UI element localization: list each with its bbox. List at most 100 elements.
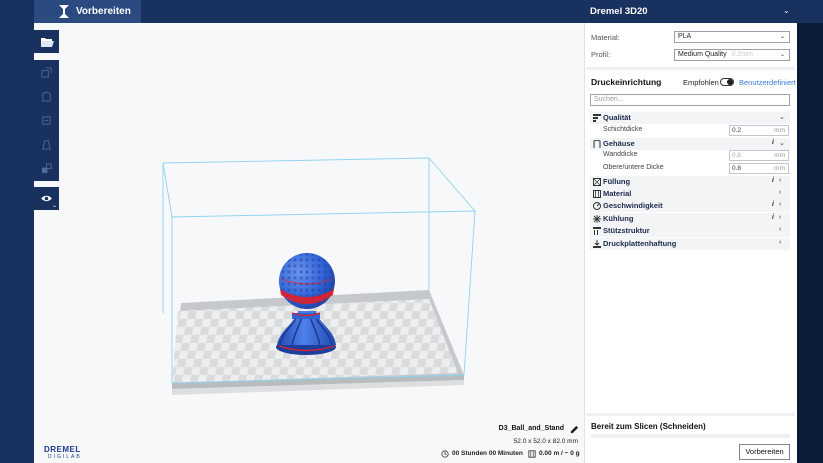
support-icon: [593, 227, 601, 235]
category-shell[interactable]: Gehäuse i ⌄: [590, 138, 790, 150]
quality-icon: [593, 114, 601, 122]
category-infill-label: Füllung: [603, 177, 631, 186]
move-icon: [42, 90, 51, 102]
chevron-left-icon[interactable]: ‹: [779, 189, 781, 196]
divider: [586, 413, 795, 416]
category-adhesion-label: Druckplattenhaftung: [603, 239, 677, 248]
setting-layer-height: Schichtdicke 0.2 mm: [590, 125, 790, 137]
info-icon[interactable]: i: [772, 139, 774, 146]
folder-open-icon: [40, 37, 54, 47]
info-icon[interactable]: i: [772, 177, 774, 184]
viewport-3d[interactable]: DREMEL DIGILAB D3_Ball_and_Stand 52.0 x …: [34, 23, 584, 463]
setting-wall-thickness-label: Wanddicke: [603, 151, 638, 158]
pencil-icon[interactable]: [570, 425, 579, 434]
category-adhesion[interactable]: Druckplattenhaftung ‹: [590, 238, 790, 250]
clock-icon: [441, 450, 449, 458]
cooling-icon: [593, 215, 601, 223]
slice-status: Bereit zum Slicen (Schneiden): [591, 422, 706, 431]
object-name: D3_Ball_and_Stand: [498, 425, 564, 432]
search-input[interactable]: Suchen...: [590, 94, 790, 106]
category-material-label: Material: [603, 189, 632, 198]
mode-toggle[interactable]: [720, 78, 734, 86]
material-usage: 0.00 m / ~ 0 g: [539, 450, 580, 457]
dremel-digilab-logo: DREMEL DIGILAB: [44, 445, 94, 461]
category-quality[interactable]: Qualität ⌄: [590, 112, 790, 124]
spool-icon: [528, 450, 536, 458]
left-strip: [0, 23, 34, 463]
chevron-left-icon[interactable]: ‹: [779, 201, 781, 208]
info-icon[interactable]: i: [772, 201, 774, 208]
infill-icon: [593, 178, 601, 186]
category-speed-label: Geschwindigkeit: [603, 201, 663, 210]
top-bottom-input[interactable]: 0.8 mm: [729, 163, 789, 174]
wall-thickness-input[interactable]: 0.8 mm: [729, 150, 789, 161]
chevron-left-icon[interactable]: ‹: [779, 226, 781, 233]
category-quality-label: Qualität: [603, 113, 631, 122]
unit-label: mm: [774, 127, 785, 134]
category-support-label: Stützstruktur: [603, 226, 650, 235]
right-strip: [797, 23, 823, 463]
material-value: PLA: [678, 33, 692, 40]
tool-move[interactable]: [34, 86, 59, 106]
tab-prepare-label: Vorbereiten: [76, 6, 131, 17]
chevron-down-icon[interactable]: ⌄: [779, 139, 785, 147]
tool-open[interactable]: [34, 30, 59, 53]
top-bottom-value: 0.8: [732, 165, 742, 172]
profile-label: Profil:: [591, 50, 611, 59]
custom-label[interactable]: Benutzerdefiniert: [739, 78, 796, 87]
layer-height-input[interactable]: 0.2 mm: [729, 125, 789, 136]
tool-per-model-settings[interactable]: [34, 158, 59, 178]
speed-icon: [593, 202, 601, 210]
info-icon[interactable]: i: [772, 214, 774, 221]
printer-selector[interactable]: Dremel 3D20: [590, 0, 648, 23]
tool-rotate[interactable]: [34, 110, 59, 130]
dremel-logo-icon: [59, 5, 69, 18]
toggle-knob: [727, 79, 733, 85]
layer-height-value: 0.2: [732, 127, 742, 134]
tool-view[interactable]: ⌄: [34, 187, 59, 210]
profile-hint: 0.2mm: [731, 51, 753, 58]
prepare-button[interactable]: Vorbereiten: [739, 444, 790, 460]
recommended-label[interactable]: Empfohlen: [683, 78, 719, 87]
material-label: Material:: [591, 33, 620, 42]
material-icon: [593, 190, 601, 198]
material-select[interactable]: PLA ⌄: [674, 31, 790, 43]
print-time: 00 Stunden 00 Minuten: [452, 450, 523, 457]
chevron-left-icon[interactable]: ‹: [779, 214, 781, 221]
rotate-icon: [42, 115, 51, 125]
per-model-settings-icon: [41, 162, 52, 173]
tool-mirror[interactable]: [34, 134, 59, 154]
scale-icon: [41, 66, 52, 78]
scene: [162, 157, 476, 395]
divider: [586, 67, 795, 70]
category-infill[interactable]: Füllung i ‹: [590, 176, 790, 188]
tool-scale[interactable]: [34, 62, 59, 82]
profile-select[interactable]: Medium Quality 0.2mm ⌄: [674, 49, 790, 61]
category-cooling-label: Kühlung: [603, 214, 634, 223]
setting-layer-height-label: Schichtdicke: [603, 126, 643, 133]
chevron-down-icon[interactable]: ⌄: [779, 113, 785, 121]
search-placeholder: Suchen...: [594, 96, 624, 103]
slice-progress-track: [591, 434, 790, 438]
print-setup-title: Druckeinrichtung: [591, 77, 662, 87]
setting-top-bottom-label: Obere/untere Dicke: [603, 164, 664, 171]
category-support[interactable]: Stützstruktur ‹: [590, 225, 790, 237]
brand-line-2: DIGILAB: [48, 454, 82, 460]
unit-label: mm: [774, 165, 785, 172]
object-dimensions: 52.0 x 52.0 x 82.0 mm: [513, 438, 578, 445]
chevron-down-icon: ⌄: [779, 52, 785, 58]
category-speed[interactable]: Geschwindigkeit i ‹: [590, 200, 790, 212]
chevron-down-icon: ⌄: [779, 34, 785, 40]
setting-top-bottom-thickness: Obere/untere Dicke 0.8 mm: [590, 163, 790, 175]
category-material[interactable]: Material ‹: [590, 188, 790, 200]
shell-icon: [593, 140, 601, 148]
mirror-icon: [42, 139, 51, 150]
category-cooling[interactable]: Kühlung i ‹: [590, 213, 790, 225]
setting-wall-thickness: Wanddicke 0.8 mm: [590, 150, 790, 162]
brand-line-1: DREMEL: [44, 445, 81, 454]
chevron-down-icon[interactable]: ⌄: [783, 6, 790, 15]
tab-prepare[interactable]: Vorbereiten: [34, 0, 141, 23]
chevron-left-icon[interactable]: ‹: [779, 239, 781, 246]
adhesion-icon: [593, 240, 601, 248]
chevron-left-icon[interactable]: ‹: [779, 177, 781, 184]
